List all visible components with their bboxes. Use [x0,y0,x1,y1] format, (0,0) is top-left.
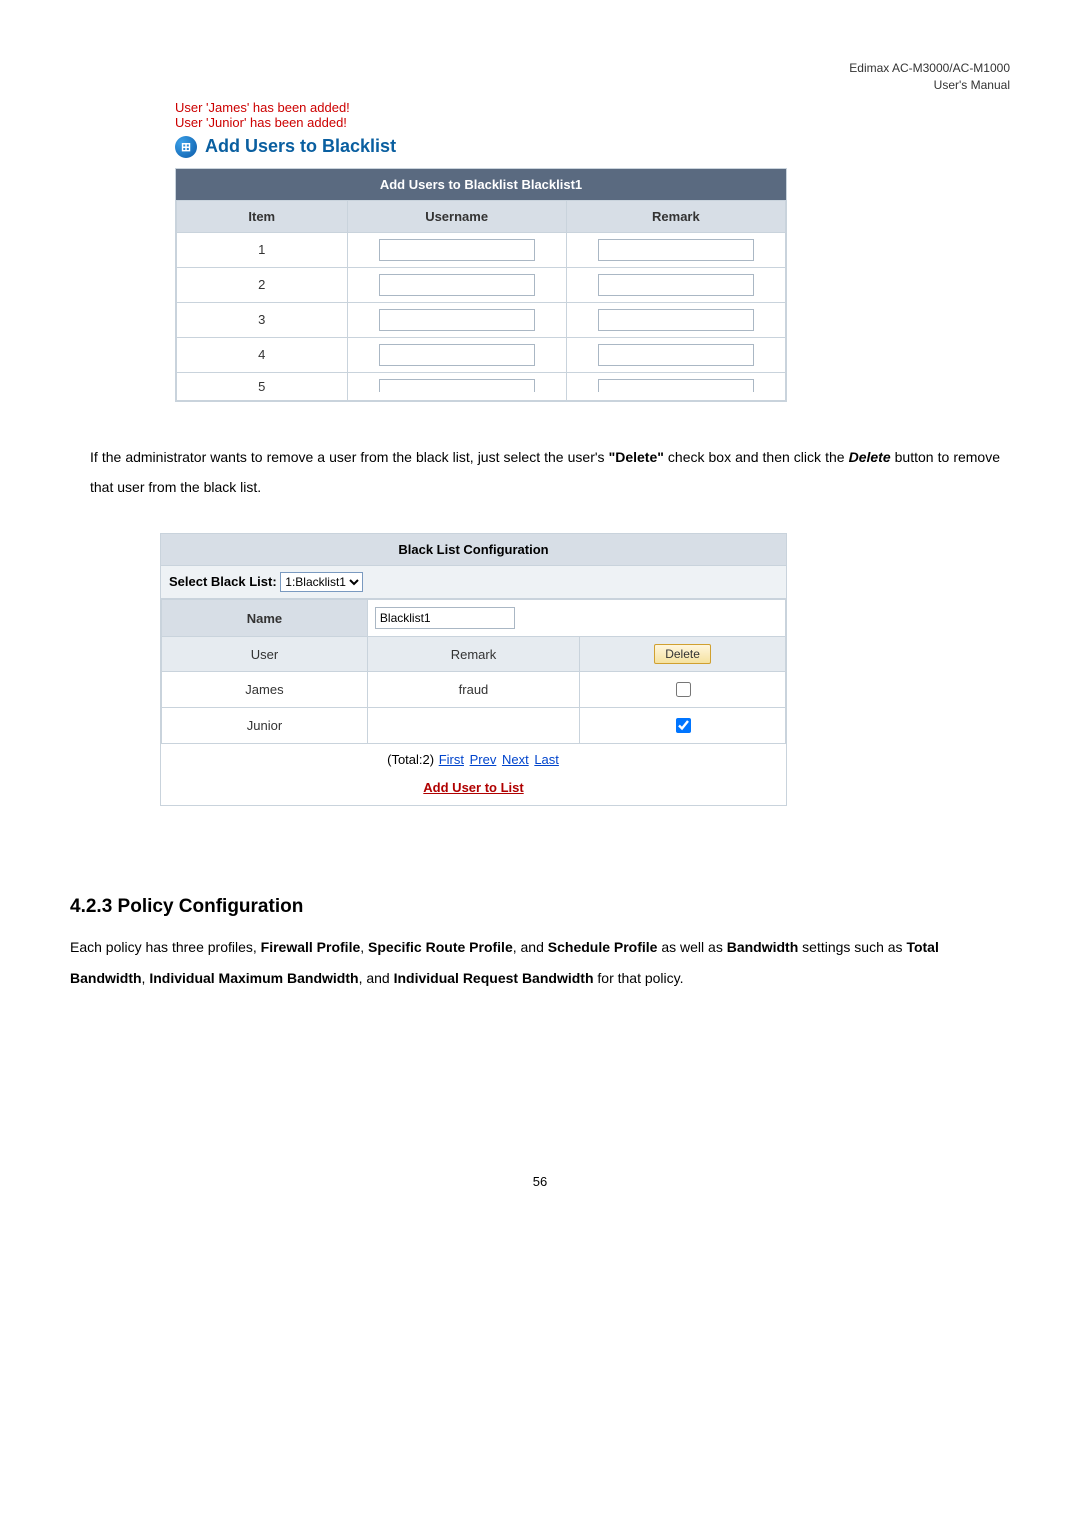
delete-button[interactable]: Delete [654,644,711,664]
page-number: 56 [70,1174,1010,1189]
table-row: 5 [177,372,786,400]
remark-cell [367,708,579,744]
table-row: 1 [177,232,786,267]
user-cell: James [162,672,368,708]
username-input[interactable] [379,379,535,392]
col-user: User [162,637,368,672]
pager-last[interactable]: Last [534,752,559,767]
pager: (Total:2) First Prev Next Last [161,744,786,775]
select-blacklist-row: Select Black List: 1:Blacklist1 [161,566,786,599]
pager-next[interactable]: Next [502,752,529,767]
remark-input[interactable] [598,309,754,331]
col-remark: Remark [367,637,579,672]
text: check box and then click the [664,449,849,465]
pager-prev[interactable]: Prev [470,752,497,767]
table-row: Junior [162,708,786,744]
item-number: 4 [177,337,348,372]
pager-first[interactable]: First [439,752,464,767]
grid-icon: ⊞ [175,136,197,158]
username-input[interactable] [379,239,535,261]
config-title: Black List Configuration [161,534,786,566]
remark-input[interactable] [598,379,754,392]
remark-input[interactable] [598,239,754,261]
col-item: Item [177,200,348,232]
config-table: Name User Remark Delete James fraud Juni… [161,599,786,744]
remark-input[interactable] [598,344,754,366]
add-users-table-title: Add Users to Blacklist Blacklist1 [176,169,786,200]
select-blacklist-label: Select Black List: [169,574,277,589]
table-row: 3 [177,302,786,337]
table-row: James fraud [162,672,786,708]
blacklist-config-panel: Black List Configuration Select Black Li… [160,533,787,806]
pager-total: (Total:2) [387,752,438,767]
delete-checkbox[interactable] [676,718,691,733]
section-title-text: Add Users to Blacklist [205,136,396,157]
username-input[interactable] [379,344,535,366]
doc-header: Edimax AC-M3000/AC-M1000 User's Manual [70,60,1010,94]
user-cell: Junior [162,708,368,744]
col-username: Username [347,200,566,232]
status-message-1: User 'James' has been added! [175,100,1010,115]
col-remark: Remark [566,200,785,232]
status-message-2: User 'Junior' has been added! [175,115,1010,130]
text: If the administrator wants to remove a u… [90,449,609,465]
username-input[interactable] [379,274,535,296]
add-user-to-list-link[interactable]: Add User to List [423,780,523,795]
header-line1: Edimax AC-M3000/AC-M1000 [849,61,1010,75]
paragraph-policy-description: Each policy has three profiles, Firewall… [70,932,1010,994]
item-number: 2 [177,267,348,302]
table-row: 2 [177,267,786,302]
section-title: ⊞ Add Users to Blacklist [175,136,1010,158]
name-label: Name [162,600,368,637]
heading-policy-configuration: 4.2.3 Policy Configuration [70,896,1010,918]
blacklist-select[interactable]: 1:Blacklist1 [280,572,363,592]
add-users-panel: Add Users to Blacklist Blacklist1 Item U… [175,168,787,402]
add-users-table: Item Username Remark 1 2 3 4 5 [176,200,786,401]
item-number: 5 [177,372,348,400]
item-number: 1 [177,232,348,267]
remark-input[interactable] [598,274,754,296]
remark-cell: fraud [367,672,579,708]
delete-checkbox[interactable] [676,682,691,697]
bold-delete: "Delete" [609,449,664,465]
header-line2: User's Manual [934,78,1010,92]
paragraph-delete-instruction: If the administrator wants to remove a u… [90,442,1000,504]
item-number: 3 [177,302,348,337]
username-input[interactable] [379,309,535,331]
blacklist-name-input[interactable] [375,607,515,629]
bold-italic-delete: Delete [849,449,891,465]
table-row: 4 [177,337,786,372]
